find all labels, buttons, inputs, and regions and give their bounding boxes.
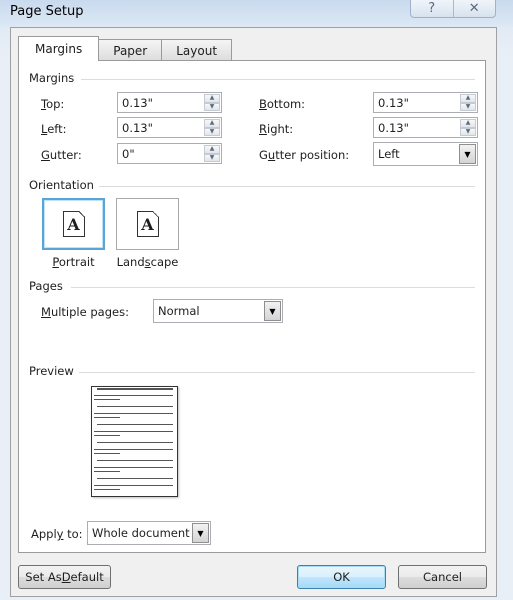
top-margin-value[interactable]: 0.13" [122,96,153,110]
bottom-label: Bottom: [259,97,306,111]
set-as-default-button[interactable]: Set As Default [18,565,111,589]
help-button[interactable]: ? [411,0,453,17]
title-buttons: ? ✕ [410,0,496,18]
left-margin-spinner[interactable]: 0.13" ▲ ▼ [117,117,222,138]
bottom-margin-value[interactable]: 0.13" [378,96,409,110]
gutter-position-select[interactable]: Left ▼ [373,142,478,166]
left-margin-value[interactable]: 0.13" [122,121,153,135]
apply-to-value: Whole document [92,526,190,540]
tab-layout[interactable]: Layout [162,39,233,61]
gutter-label: Gutter: [41,148,82,162]
portrait-page-icon: A [62,211,85,237]
margins-section-label: Margins [29,71,75,85]
margins-divider [81,79,475,80]
pages-divider [71,287,475,288]
gutter-position-label: Gutter position: [259,148,350,162]
chevron-down-icon[interactable]: ▼ [459,144,476,164]
preview-section-label: Preview [29,364,74,378]
multiple-pages-label: Multiple pages: [41,305,129,319]
spin-down-icon[interactable]: ▼ [204,153,220,162]
top-margin-spinner[interactable]: 0.13" ▲ ▼ [117,92,222,113]
help-icon: ? [428,1,436,16]
spin-up-icon[interactable]: ▲ [204,119,220,128]
apply-to-label: Apply to: [31,527,83,541]
preview-page [91,386,178,497]
spin-up-icon[interactable]: ▲ [460,94,476,103]
spin-up-icon[interactable]: ▲ [204,145,220,154]
window-title: Page Setup [10,4,84,19]
ok-button[interactable]: OK [297,565,386,589]
page-setup-dialog: Margins Paper Layout Margins Top: 0.13" … [10,27,497,597]
tab-margins[interactable]: Margins [18,36,100,61]
landscape-button[interactable]: A [116,198,179,250]
title-bar: Page Setup ? ✕ [0,0,513,27]
top-label: Top: [41,97,65,111]
spin-up-icon[interactable]: ▲ [204,94,220,103]
right-margin-value[interactable]: 0.13" [378,121,409,135]
chevron-down-icon[interactable]: ▼ [192,523,209,543]
spin-up-icon[interactable]: ▲ [460,119,476,128]
landscape-page-icon: A [136,211,159,237]
multiple-pages-value: Normal [158,304,200,318]
apply-to-select[interactable]: Whole document ▼ [87,521,211,545]
portrait-button[interactable]: A [42,198,105,250]
gutter-position-value: Left [378,147,400,161]
spin-down-icon[interactable]: ▼ [204,127,220,136]
chevron-down-icon[interactable]: ▼ [264,301,281,321]
orientation-divider [99,186,475,187]
cancel-button[interactable]: Cancel [398,565,487,589]
close-button[interactable]: ✕ [452,0,496,17]
portrait-label: Portrait [52,255,95,269]
landscape-label: Landscape [116,255,179,269]
pages-section-label: Pages [29,279,63,293]
preview-divider [79,372,475,373]
tab-bar: Margins Paper Layout [18,36,233,61]
gutter-spinner[interactable]: 0" ▲ ▼ [117,143,222,164]
gutter-value[interactable]: 0" [122,147,135,161]
orientation-section-label: Orientation [29,178,94,192]
tab-paper[interactable]: Paper [99,39,163,61]
spin-down-icon[interactable]: ▼ [460,102,476,111]
spin-down-icon[interactable]: ▼ [460,127,476,136]
bottom-margin-spinner[interactable]: 0.13" ▲ ▼ [373,92,478,113]
margins-panel: Margins Top: 0.13" ▲ ▼ Left: 0.13" ▲ ▼ Gut… [18,60,486,553]
left-label: Left: [41,122,67,136]
spin-down-icon[interactable]: ▼ [204,102,220,111]
close-icon: ✕ [468,1,480,16]
right-margin-spinner[interactable]: 0.13" ▲ ▼ [373,117,478,138]
multiple-pages-select[interactable]: Normal ▼ [153,299,283,323]
right-label: Right: [259,122,294,136]
